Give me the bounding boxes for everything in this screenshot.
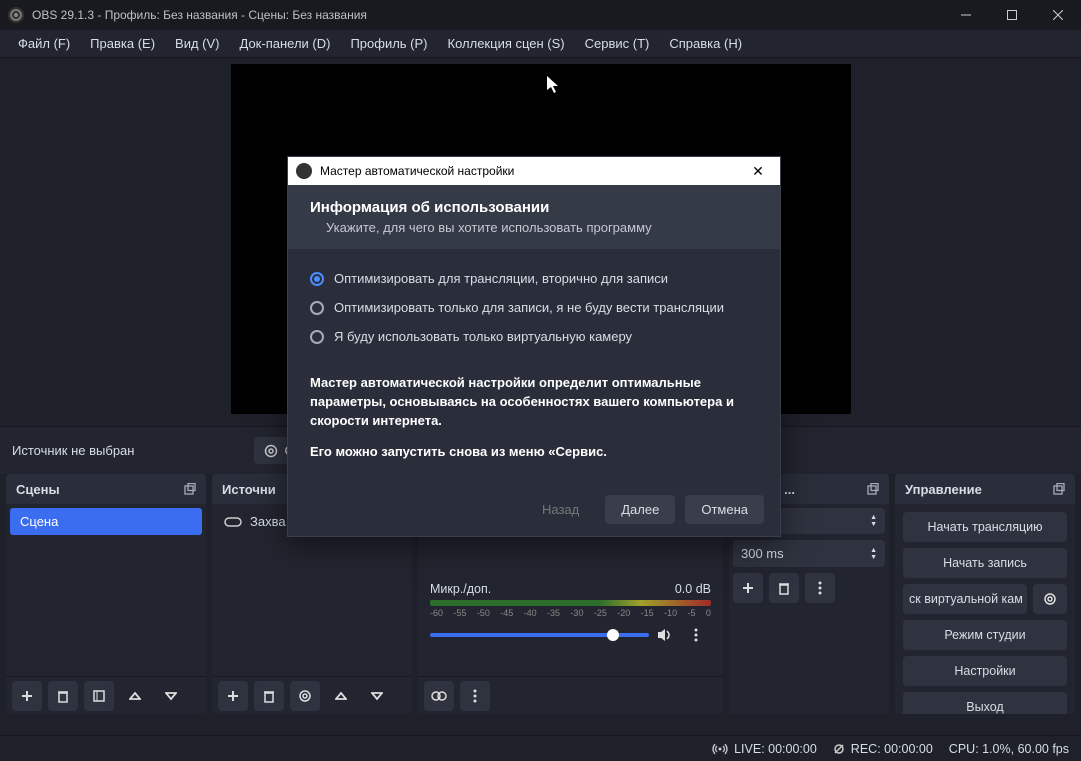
statusbar: LIVE: 00:00:00 REC: 00:00:00 CPU: 1.0%, … [0, 735, 1081, 761]
controls-title: Управление [905, 482, 982, 497]
app-logo-icon [8, 7, 24, 23]
next-button[interactable]: Далее [605, 495, 675, 524]
source-down-button[interactable] [362, 681, 392, 711]
duration-value: 300 ms [741, 546, 784, 561]
option-recording[interactable]: Оптимизировать только для записи, я не б… [310, 300, 758, 315]
meter-ticks: -60-55-50-45-40-35-30-25-20-15-10-50 [430, 608, 711, 618]
scenes-title: Сцены [16, 482, 60, 497]
track-level: 0.0 dB [675, 582, 711, 596]
spinner-arrows-icon: ▲▼ [870, 547, 877, 561]
scenes-dock: Сцены Сцена [6, 474, 206, 714]
add-transition-button[interactable] [733, 573, 763, 603]
status-live: LIVE: 00:00:00 [712, 742, 817, 756]
titlebar: OBS 29.1.3 - Профиль: Без названия - Сце… [0, 0, 1081, 30]
start-recording-button[interactable]: Начать запись [903, 548, 1067, 578]
start-streaming-button[interactable]: Начать трансляцию [903, 512, 1067, 542]
dialog-title-text: Мастер автоматической настройки [320, 164, 744, 178]
track-menu-button[interactable] [681, 620, 711, 650]
transition-props-button[interactable] [805, 573, 835, 603]
exit-button[interactable]: Выход [903, 692, 1067, 714]
source-label: Захва [250, 514, 286, 529]
back-button[interactable]: Назад [526, 495, 595, 524]
close-button[interactable] [1035, 0, 1081, 30]
dialog-header: Информация об использовании Укажите, для… [288, 185, 780, 249]
remove-transition-button[interactable] [769, 573, 799, 603]
dropdown-arrows-icon: ▲▼ [870, 514, 877, 528]
status-cpu: CPU: 1.0%, 60.00 fps [949, 742, 1069, 756]
menu-docks[interactable]: Док-панели (D) [230, 32, 341, 55]
menu-tools[interactable]: Сервис (T) [575, 32, 660, 55]
scene-filters-button[interactable] [84, 681, 114, 711]
add-scene-button[interactable] [12, 681, 42, 711]
option-label: Я буду использовать только виртуальную к… [334, 329, 632, 344]
auto-config-dialog: Мастер автоматической настройки ✕ Информ… [287, 156, 781, 537]
record-icon [833, 743, 845, 755]
option-streaming[interactable]: Оптимизировать для трансляции, вторично … [310, 271, 758, 286]
no-source-label: Источник не выбран [12, 443, 134, 458]
mixer-track: Микр./доп. 0.0 dB -60-55-50-45-40-35-30-… [422, 578, 719, 654]
minimize-button[interactable] [943, 0, 989, 30]
popout-icon[interactable] [867, 483, 879, 495]
cancel-button[interactable]: Отмена [685, 495, 764, 524]
dialog-info-1: Мастер автоматической настройки определи… [310, 374, 758, 431]
dialog-logo-icon [296, 163, 312, 179]
dialog-heading: Информация об использовании [310, 199, 758, 216]
radio-icon [310, 301, 324, 315]
option-virtual-cam[interactable]: Я буду использовать только виртуальную к… [310, 329, 758, 344]
broadcast-icon [712, 742, 728, 756]
menu-view[interactable]: Вид (V) [165, 32, 229, 55]
dialog-titlebar: Мастер автоматической настройки ✕ [288, 157, 780, 185]
dialog-close-button[interactable]: ✕ [744, 163, 772, 180]
source-up-button[interactable] [326, 681, 356, 711]
menu-edit[interactable]: Правка (E) [80, 32, 165, 55]
add-source-button[interactable] [218, 681, 248, 711]
track-name: Микр./доп. [430, 582, 491, 596]
maximize-button[interactable] [989, 0, 1035, 30]
sources-title: Источни [222, 482, 276, 497]
scene-down-button[interactable] [156, 681, 186, 711]
popout-icon[interactable] [1053, 483, 1065, 495]
speaker-icon[interactable] [657, 628, 673, 642]
duration-spinner[interactable]: 300 ms ▲▼ [733, 540, 885, 567]
remove-source-button[interactable] [254, 681, 284, 711]
volume-slider[interactable] [430, 633, 649, 637]
option-label: Оптимизировать для трансляции, вторично … [334, 271, 668, 286]
dialog-subheading: Укажите, для чего вы хотите использовать… [310, 220, 758, 235]
remove-scene-button[interactable] [48, 681, 78, 711]
radio-icon [310, 330, 324, 344]
virtual-camera-button[interactable]: ск виртуальной кам [903, 584, 1027, 614]
menu-help[interactable]: Справка (H) [659, 32, 752, 55]
menu-scenes[interactable]: Коллекция сцен (S) [438, 32, 575, 55]
gear-icon [264, 444, 278, 458]
menu-profile[interactable]: Профиль (P) [340, 32, 437, 55]
source-props-button[interactable] [290, 681, 320, 711]
mixer-menu-button[interactable] [460, 681, 490, 711]
popout-icon[interactable] [184, 483, 196, 495]
settings-button[interactable]: Настройки [903, 656, 1067, 686]
window-title: OBS 29.1.3 - Профиль: Без названия - Сце… [32, 8, 943, 22]
menu-file[interactable]: Файл (F) [8, 32, 80, 55]
status-rec: REC: 00:00:00 [833, 742, 933, 756]
scene-up-button[interactable] [120, 681, 150, 711]
mixer-settings-button[interactable] [424, 681, 454, 711]
gamepad-icon [224, 516, 242, 528]
menubar: Файл (F) Правка (E) Вид (V) Док-панели (… [0, 30, 1081, 58]
studio-mode-button[interactable]: Режим студии [903, 620, 1067, 650]
radio-icon [310, 272, 324, 286]
audio-meter [430, 600, 711, 606]
scene-item[interactable]: Сцена [10, 508, 202, 535]
option-label: Оптимизировать только для записи, я не б… [334, 300, 724, 315]
cursor-icon [547, 76, 561, 94]
controls-dock: Управление Начать трансляцию Начать запи… [895, 474, 1075, 714]
dialog-info-2: Его можно запустить снова из меню «Серви… [310, 443, 758, 462]
virtual-camera-settings-button[interactable] [1033, 584, 1067, 614]
